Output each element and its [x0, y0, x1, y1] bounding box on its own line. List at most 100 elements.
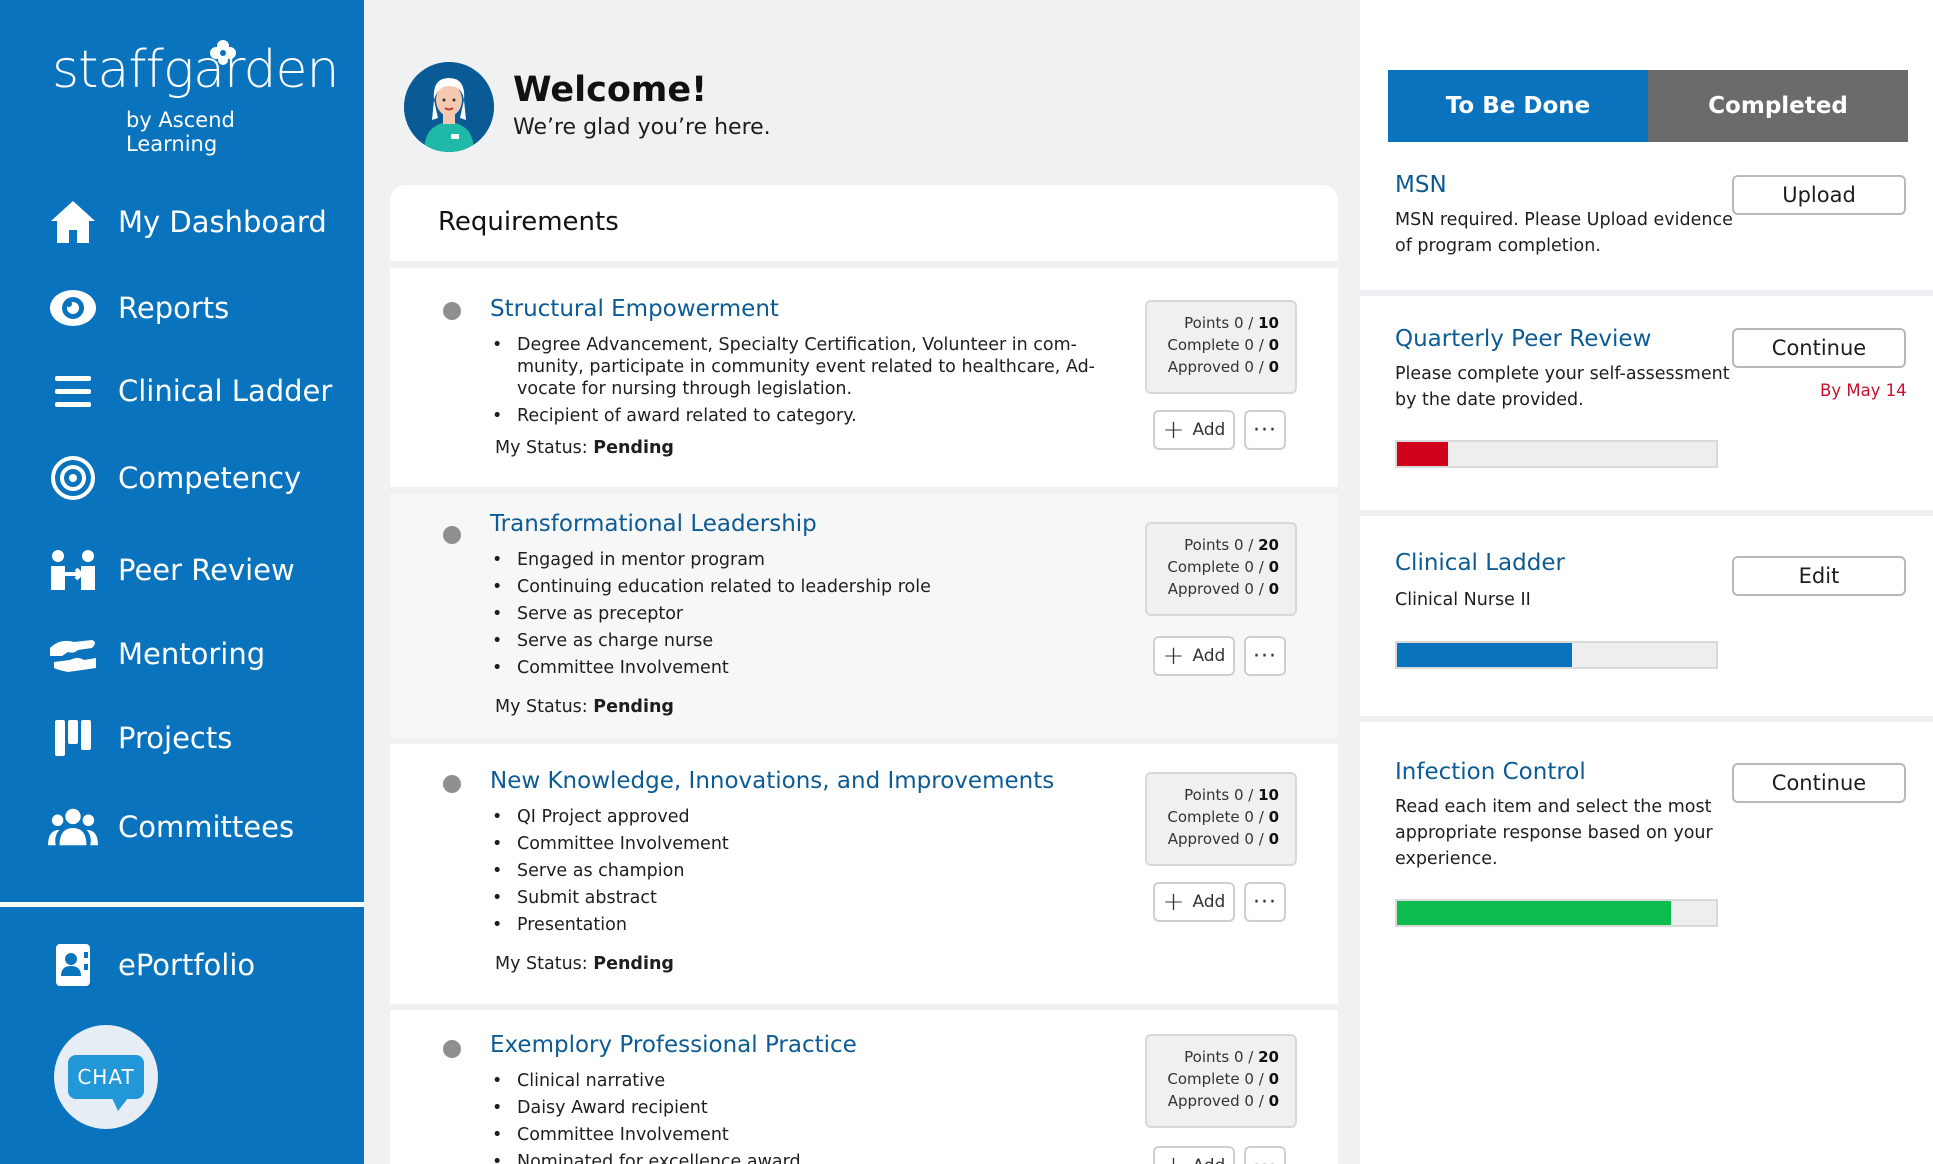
nav-committees[interactable]: Committees [48, 797, 348, 857]
nav-clinical-ladder[interactable]: Clinical Ladder [48, 361, 348, 421]
list-item: Engaged in mentor program [490, 549, 1100, 571]
group-icon [48, 802, 98, 852]
nav-label: Peer Review [118, 553, 295, 587]
points-value: 0 [1233, 314, 1244, 332]
complete-label: Complete [1167, 808, 1240, 826]
points-label: Points [1184, 536, 1230, 554]
nav-my-dashboard[interactable]: My Dashboard [48, 192, 348, 252]
list-item: Presentation [490, 914, 1100, 936]
nav-label: Clinical Ladder [118, 374, 333, 408]
eye-icon [48, 283, 98, 333]
add-button[interactable]: + Add [1153, 636, 1235, 676]
chat-button[interactable]: CHAT [54, 1025, 158, 1129]
tab-completed[interactable]: Completed [1648, 70, 1908, 142]
my-status: My Status: Pending [495, 438, 674, 458]
add-button[interactable]: + Add [1153, 882, 1235, 922]
list-item: QI Project approved [490, 806, 1100, 828]
requirement-title[interactable]: Transformational Leadership [490, 511, 817, 537]
handshake-icon [48, 629, 98, 679]
points-box: Points 0 / 10 Complete 0 / 0 Approved 0 … [1145, 300, 1297, 394]
points-value: 0 [1233, 1048, 1244, 1066]
avatar [404, 62, 494, 152]
nav-label: Competency [118, 461, 302, 495]
points-total: 20 [1258, 536, 1279, 554]
requirement-title[interactable]: Exemplory Professional Practice [490, 1032, 857, 1058]
plus-icon: + [1162, 415, 1185, 445]
my-status: My Status: Pending [495, 954, 674, 974]
my-status: My Status: Pending [495, 697, 674, 717]
list-item: Continuing education related to leadersh… [490, 576, 1100, 598]
complete-total: 0 [1268, 808, 1279, 826]
task-title[interactable]: MSN [1395, 172, 1447, 198]
requirements-title: Requirements [438, 207, 619, 237]
requirement-list: QI Project approved Committee Involvemen… [490, 806, 1100, 941]
task-item: MSN MSN required. Please Upload evidence… [1360, 160, 1933, 290]
welcome-title: Welcome! [513, 70, 708, 110]
more-options-button[interactable]: ··· [1244, 636, 1286, 676]
more-options-button[interactable]: ··· [1244, 882, 1286, 922]
nav-label: Committees [118, 810, 295, 844]
requirement-list: Clinical narrative Daisy Award recipient… [490, 1070, 1100, 1164]
requirement-title[interactable]: Structural Empowerment [490, 296, 779, 322]
approved-total: 0 [1268, 358, 1279, 376]
requirement-card: Exemplory Professional Practice Clinical… [390, 1010, 1338, 1164]
progress-bar [1395, 899, 1718, 927]
status-dot [443, 302, 461, 320]
nurse-avatar-icon [404, 62, 494, 152]
staffgarden-logo[interactable]: staffgarden by Ascend Learning [52, 40, 339, 156]
nav-mentoring[interactable]: Mentoring [48, 624, 348, 684]
task-description: Clinical Nurse II [1395, 590, 1531, 610]
add-label: Add [1192, 420, 1226, 440]
contact-book-icon [48, 940, 98, 990]
task-title[interactable]: Infection Control [1395, 759, 1586, 785]
nav-projects[interactable]: Projects [48, 708, 348, 768]
nav-eportfolio[interactable]: ePortfolio [48, 935, 348, 995]
list-item: Committee Involvement [490, 1124, 1100, 1146]
nav-peer-review[interactable]: Peer Review [48, 540, 348, 600]
tab-to-be-done[interactable]: To Be Done [1388, 70, 1648, 142]
points-total: 10 [1258, 314, 1279, 332]
task-description: MSN required. Please Upload evidence of … [1395, 210, 1733, 256]
progress-fill [1397, 442, 1449, 466]
points-value: 0 [1233, 536, 1244, 554]
approved-label: Approved [1167, 830, 1240, 848]
continue-button[interactable]: Continue [1732, 328, 1906, 368]
points-box: Points 0 / 20 Complete 0 / 0 Approved 0 … [1145, 1034, 1297, 1128]
edit-button[interactable]: Edit [1732, 556, 1906, 596]
status-label: My Status: [495, 438, 588, 458]
approved-total: 0 [1268, 830, 1279, 848]
list-item: Daisy Award recipient [490, 1097, 1100, 1119]
requirement-title[interactable]: New Knowledge, Innovations, and Improvem… [490, 768, 1054, 794]
task-title[interactable]: Quarterly Peer Review [1395, 326, 1651, 352]
more-options-button[interactable]: ··· [1244, 410, 1286, 450]
progress-fill [1397, 643, 1573, 667]
list-item: Clinical narrative [490, 1070, 1100, 1092]
add-button[interactable]: + Add [1153, 410, 1235, 450]
nav-competency[interactable]: Competency [48, 448, 348, 508]
add-button[interactable]: + Add [1153, 1146, 1235, 1164]
status-label: My Status: [495, 697, 588, 717]
points-box: Points 0 / 10 Complete 0 / 0 Approved 0 … [1145, 772, 1297, 866]
task-item: Clinical Ladder Clinical Nurse II Edit [1360, 516, 1933, 716]
status-dot [443, 1040, 461, 1058]
logo-subtitle: by Ascend Learning [126, 108, 235, 156]
approved-total: 0 [1268, 1092, 1279, 1110]
continue-button[interactable]: Continue [1732, 763, 1906, 803]
target-icon [48, 453, 98, 503]
more-options-button[interactable]: ··· [1244, 1146, 1286, 1164]
task-tabs: To Be Done Completed [1388, 70, 1908, 142]
requirements-header: Requirements [390, 185, 1338, 261]
points-total: 20 [1258, 1048, 1279, 1066]
task-description: Please complete your self-assessment by … [1395, 364, 1730, 410]
progress-bar [1395, 440, 1718, 468]
nav-reports[interactable]: Reports [48, 278, 348, 338]
approved-value: 0 [1244, 830, 1254, 848]
task-title[interactable]: Clinical Ladder [1395, 550, 1565, 576]
upload-button[interactable]: Upload [1732, 175, 1906, 215]
status-value: Pending [593, 954, 674, 974]
complete-value: 0 [1244, 558, 1254, 576]
list-item: Submit abstract [490, 887, 1100, 909]
nav-label: ePortfolio [118, 948, 256, 982]
requirement-card: New Knowledge, Innovations, and Improvem… [390, 744, 1338, 1004]
points-label: Points [1184, 314, 1230, 332]
